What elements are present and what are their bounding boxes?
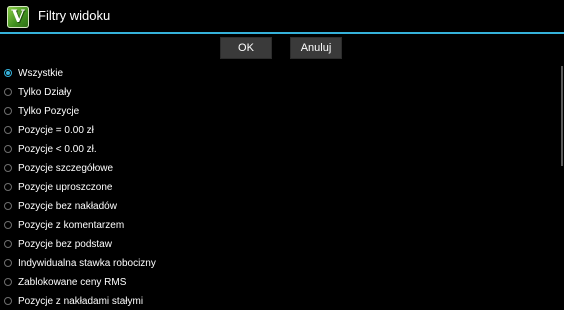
- radio-unchecked-icon[interactable]: [4, 259, 12, 267]
- filter-option-items-negative[interactable]: Pozycje < 0.00 zł.: [0, 140, 564, 158]
- filter-option-label: Pozycje = 0.00 zł: [18, 124, 94, 136]
- radio-unchecked-icon[interactable]: [4, 145, 12, 153]
- filter-option-label: Pozycje uproszczone: [18, 181, 113, 193]
- filter-option-label: Pozycje bez nakładów: [18, 200, 117, 212]
- filter-option-label: Pozycje z nakładami stałymi: [18, 295, 144, 307]
- filter-option-items-without-basis[interactable]: Pozycje bez podstaw: [0, 235, 564, 253]
- radio-unchecked-icon[interactable]: [4, 164, 12, 172]
- cancel-button[interactable]: Anuluj: [290, 37, 342, 59]
- app-logo-letter: V: [11, 7, 25, 27]
- radio-unchecked-icon[interactable]: [4, 221, 12, 229]
- filter-option-all[interactable]: Wszystkie: [0, 64, 564, 82]
- filter-option-departments-only[interactable]: Tylko Działy: [0, 83, 564, 101]
- filter-option-label: Tylko Działy: [18, 86, 72, 98]
- filter-option-items-fixed-inputs[interactable]: Pozycje z nakładami stałymi: [0, 292, 564, 310]
- dialog-titlebar: V Filtry widoku: [0, 0, 564, 32]
- filter-option-label: Pozycje bez podstaw: [18, 238, 112, 250]
- filter-option-items-without-inputs[interactable]: Pozycje bez nakładów: [0, 197, 564, 215]
- scrollbar-thumb[interactable]: [561, 66, 563, 166]
- filter-option-label: Zablokowane ceny RMS: [18, 276, 127, 288]
- radio-unchecked-icon[interactable]: [4, 88, 12, 96]
- app-logo-icon: V: [7, 6, 29, 28]
- radio-unchecked-icon[interactable]: [4, 183, 12, 191]
- filter-option-label: Indywidualna stawka robocizny: [18, 257, 156, 269]
- radio-unchecked-icon[interactable]: [4, 107, 12, 115]
- radio-unchecked-icon[interactable]: [4, 202, 12, 210]
- radio-unchecked-icon[interactable]: [4, 240, 12, 248]
- filter-option-detailed-items[interactable]: Pozycje szczegółowe: [0, 159, 564, 177]
- filter-option-label: Wszystkie: [18, 67, 63, 79]
- filter-option-label: Pozycje szczegółowe: [18, 162, 114, 174]
- dialog-title: Filtry widoku: [38, 8, 111, 23]
- filter-option-label: Pozycje < 0.00 zł.: [18, 143, 97, 155]
- filter-option-items-zero[interactable]: Pozycje = 0.00 zł: [0, 121, 564, 139]
- radio-unchecked-icon[interactable]: [4, 278, 12, 286]
- radio-unchecked-icon[interactable]: [4, 297, 12, 305]
- ok-button[interactable]: OK: [220, 37, 272, 59]
- filter-option-simplified-items[interactable]: Pozycje uproszczone: [0, 178, 564, 196]
- radio-checked-icon[interactable]: [4, 69, 12, 77]
- filter-option-locked-rms-prices[interactable]: Zablokowane ceny RMS: [0, 273, 564, 291]
- filter-option-items-only[interactable]: Tylko Pozycje: [0, 102, 564, 120]
- filter-option-items-with-comment[interactable]: Pozycje z komentarzem: [0, 216, 564, 234]
- filter-option-label: Pozycje z komentarzem: [18, 219, 125, 231]
- title-divider: [0, 32, 564, 34]
- filter-option-individual-labor-rate[interactable]: Indywidualna stawka robocizny: [0, 254, 564, 272]
- filter-option-label: Tylko Pozycje: [18, 105, 80, 117]
- radio-unchecked-icon[interactable]: [4, 126, 12, 134]
